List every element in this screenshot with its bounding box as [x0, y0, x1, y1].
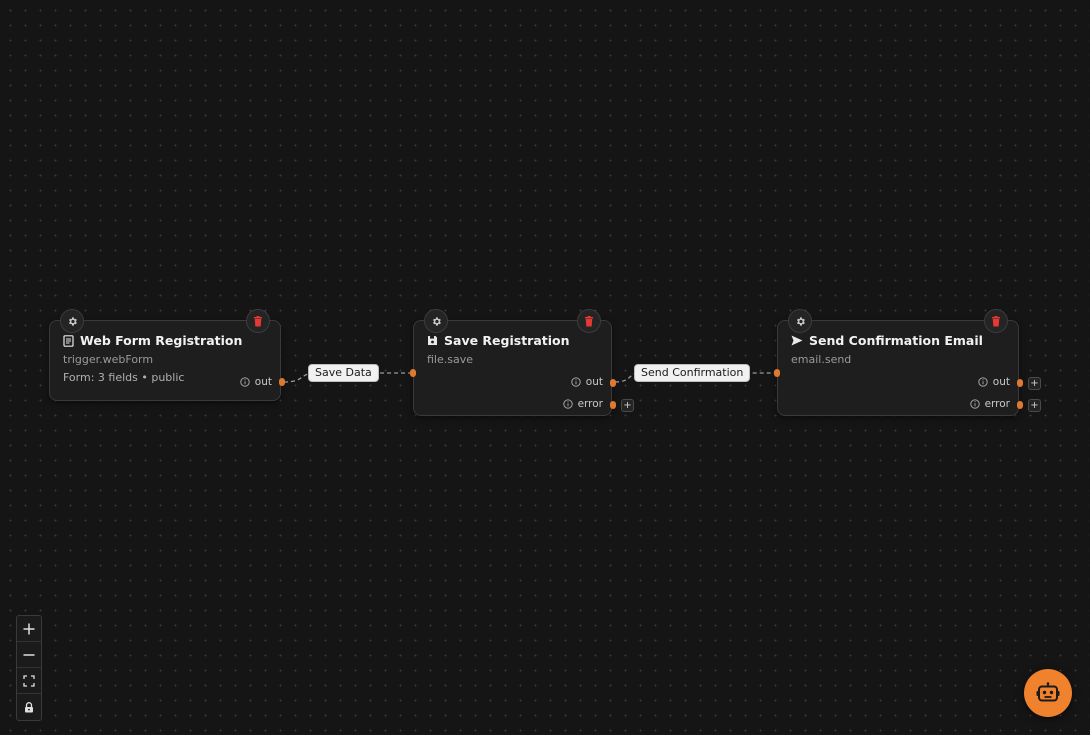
output-handle-error[interactable]: [610, 401, 616, 409]
port-label: out: [585, 376, 603, 388]
node-delete-button[interactable]: [984, 309, 1008, 333]
node-title-text: Web Form Registration: [80, 333, 243, 348]
output-handle-out[interactable]: [279, 378, 285, 386]
info-icon: [978, 377, 988, 387]
robot-icon: [1036, 682, 1060, 702]
node-settings-button[interactable]: [60, 309, 84, 333]
add-node-button-out[interactable]: +: [1028, 377, 1041, 390]
gear-icon: [796, 316, 805, 326]
node-type: file.save: [427, 353, 473, 366]
node-description: Form: 3 fields • public: [63, 371, 185, 384]
node-settings-button[interactable]: [424, 309, 448, 333]
form-icon: [63, 334, 74, 347]
trash-icon: [992, 315, 1000, 326]
output-port-error[interactable]: error: [969, 398, 1010, 410]
ai-assistant-button[interactable]: [1024, 669, 1072, 717]
port-label: error: [984, 398, 1010, 410]
port-label: out: [992, 376, 1010, 388]
port-label: out: [254, 376, 272, 388]
add-node-button-error[interactable]: +: [621, 399, 634, 412]
add-node-button-error[interactable]: +: [1028, 399, 1041, 412]
node-title: Web Form Registration: [63, 333, 242, 348]
input-handle[interactable]: [774, 369, 780, 377]
port-label: error: [577, 398, 603, 410]
info-icon: [969, 399, 980, 409]
node-type: trigger.webForm: [63, 353, 154, 366]
gear-icon: [68, 316, 77, 326]
canvas-controls: [16, 615, 42, 721]
output-port-error[interactable]: error: [562, 398, 603, 410]
info-icon: [562, 399, 573, 409]
lock-icon: [25, 701, 33, 712]
node-settings-button[interactable]: [788, 309, 812, 333]
node-save-registration[interactable]: Save Registration file.save out error: [410, 309, 616, 416]
output-port-out[interactable]: out: [571, 376, 603, 388]
edge-label-send-confirmation[interactable]: Send Confirmation: [634, 364, 751, 382]
trash-icon: [585, 315, 593, 326]
zoom-in-button[interactable]: [17, 616, 41, 642]
info-icon: [240, 377, 250, 387]
gear-icon: [432, 316, 441, 326]
node-title-text: Save Registration: [444, 333, 570, 348]
node-type: email.send: [791, 353, 852, 366]
send-icon: [791, 335, 803, 346]
info-icon: [571, 377, 581, 387]
lock-button[interactable]: [17, 694, 41, 720]
output-port-out[interactable]: out: [240, 376, 272, 388]
zoom-in-icon: [23, 623, 35, 634]
output-port-out[interactable]: out: [978, 376, 1010, 388]
node-title: Save Registration: [427, 333, 570, 348]
zoom-out-icon: [23, 653, 35, 656]
node-title-text: Send Confirmation Email: [809, 333, 983, 348]
save-icon: [428, 336, 437, 345]
edge-label-save-data[interactable]: Save Data: [308, 364, 379, 382]
trash-icon: [254, 315, 262, 326]
node-delete-button[interactable]: [246, 309, 270, 333]
workflow-canvas[interactable]: Web Form Registration trigger.webForm Fo…: [0, 0, 1090, 735]
input-handle[interactable]: [410, 369, 416, 377]
fit-view-button[interactable]: [17, 668, 41, 694]
output-handle-out[interactable]: [610, 379, 616, 387]
node-send-confirmation-email[interactable]: Send Confirmation Email email.send out e…: [774, 309, 1023, 416]
fit-view-icon: [23, 674, 35, 687]
node-title: Send Confirmation Email: [791, 333, 983, 348]
node-web-form-registration[interactable]: Web Form Registration trigger.webForm Fo…: [49, 309, 285, 401]
output-handle-out[interactable]: [1017, 379, 1023, 387]
node-delete-button[interactable]: [577, 309, 601, 333]
output-handle-error[interactable]: [1017, 401, 1023, 409]
zoom-out-button[interactable]: [17, 642, 41, 668]
